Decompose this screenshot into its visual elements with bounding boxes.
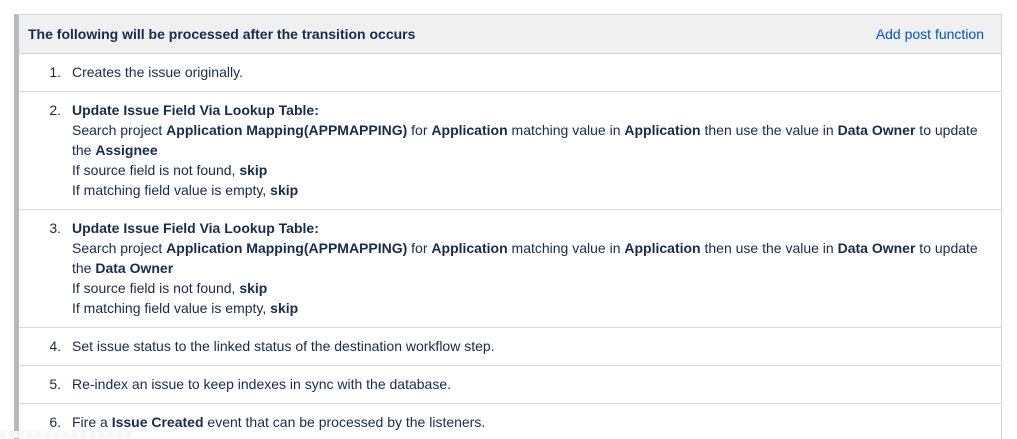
text-segment: then use the value in <box>701 240 838 256</box>
item-content: Creates the issue originally. <box>72 62 985 82</box>
text-segment: for <box>407 122 431 138</box>
post-function-list: 1. Creates the issue originally. 2. Upda… <box>19 54 1001 439</box>
text-segment: Data Owner <box>95 260 173 276</box>
item-line: If matching field value is empty, skip <box>72 180 985 200</box>
text-segment: Application <box>431 122 507 138</box>
add-post-function-link[interactable]: Add post function <box>876 24 984 44</box>
item-content: Fire a Issue Created event that can be p… <box>72 412 985 432</box>
text-segment: Issue Created <box>112 414 204 430</box>
item-line: Set issue status to the linked status of… <box>72 336 985 356</box>
text-segment: Re-index an issue to keep indexes in syn… <box>72 376 451 392</box>
item-line: If source field is not found, skip <box>72 278 985 298</box>
item-line: Search project Application Mapping(APPMA… <box>72 238 985 278</box>
text-segment: Data Owner <box>838 240 916 256</box>
text-segment: skip <box>239 280 267 296</box>
post-function-row: 4. Set issue status to the linked status… <box>19 327 1001 365</box>
text-segment: If source field is not found, <box>72 162 239 178</box>
text-segment: event that can be processed by the liste… <box>204 414 486 430</box>
text-segment: Fire a <box>72 414 112 430</box>
text-segment: skip <box>270 300 298 316</box>
text-segment: for <box>407 240 431 256</box>
item-line: If matching field value is empty, skip <box>72 298 985 318</box>
text-segment: Application Mapping(APPMAPPING) <box>166 122 407 138</box>
post-function-row: 5. Re-index an issue to keep indexes in … <box>19 365 1001 403</box>
text-segment: Data Owner <box>838 122 916 138</box>
text-segment: Application Mapping(APPMAPPING) <box>166 240 407 256</box>
item-content: Update Issue Field Via Lookup Table: Sear… <box>72 100 985 200</box>
text-segment: skip <box>239 162 267 178</box>
text-segment: If matching field value is empty, <box>72 182 270 198</box>
text-segment: Set issue status to the linked status of… <box>72 338 495 354</box>
item-number: 6. <box>19 412 61 432</box>
post-function-row: 1. Creates the issue originally. <box>19 54 1001 91</box>
text-segment: skip <box>270 182 298 198</box>
text-segment: Application <box>624 122 700 138</box>
text-segment: Search project <box>72 122 166 138</box>
item-number: 1. <box>19 62 61 82</box>
panel-header: The following will be processed after th… <box>19 15 1001 54</box>
text-segment: then use the value in <box>701 122 838 138</box>
item-number: 3. <box>19 218 61 238</box>
cutoff-artifact <box>0 431 133 438</box>
item-content: Re-index an issue to keep indexes in syn… <box>72 374 985 394</box>
item-line: Fire a Issue Created event that can be p… <box>72 412 985 432</box>
item-line: If source field is not found, skip <box>72 160 985 180</box>
text-segment: Update Issue Field Via Lookup Table: <box>72 102 319 118</box>
item-content: Update Issue Field Via Lookup Table: Sear… <box>72 218 985 318</box>
text-segment: If matching field value is empty, <box>72 300 270 316</box>
text-segment: matching value in <box>508 240 625 256</box>
item-line: Search project Application Mapping(APPMA… <box>72 120 985 160</box>
item-line: Update Issue Field Via Lookup Table: <box>72 218 985 238</box>
item-line: Update Issue Field Via Lookup Table: <box>72 100 985 120</box>
text-segment: Assignee <box>95 142 157 158</box>
text-segment: Update Issue Field Via Lookup Table: <box>72 220 319 236</box>
item-content: Set issue status to the linked status of… <box>72 336 985 356</box>
post-function-row: 6. Fire a Issue Created event that can b… <box>19 403 1001 439</box>
post-functions-panel: The following will be processed after th… <box>14 14 1002 439</box>
text-segment: Application <box>431 240 507 256</box>
post-function-row: 3. Update Issue Field Via Lookup Table: S… <box>19 209 1001 327</box>
item-line: Creates the issue originally. <box>72 62 985 82</box>
text-segment: Application <box>624 240 700 256</box>
text-segment: Creates the issue originally. <box>72 64 243 80</box>
item-number: 4. <box>19 336 61 356</box>
item-line: Re-index an issue to keep indexes in syn… <box>72 374 985 394</box>
page: The following will be processed after th… <box>0 0 1017 439</box>
text-segment: If source field is not found, <box>72 280 239 296</box>
item-number: 5. <box>19 374 61 394</box>
text-segment: matching value in <box>508 122 625 138</box>
panel-title: The following will be processed after th… <box>28 24 415 44</box>
post-function-row: 2. Update Issue Field Via Lookup Table: S… <box>19 91 1001 209</box>
item-number: 2. <box>19 100 61 120</box>
text-segment: Search project <box>72 240 166 256</box>
